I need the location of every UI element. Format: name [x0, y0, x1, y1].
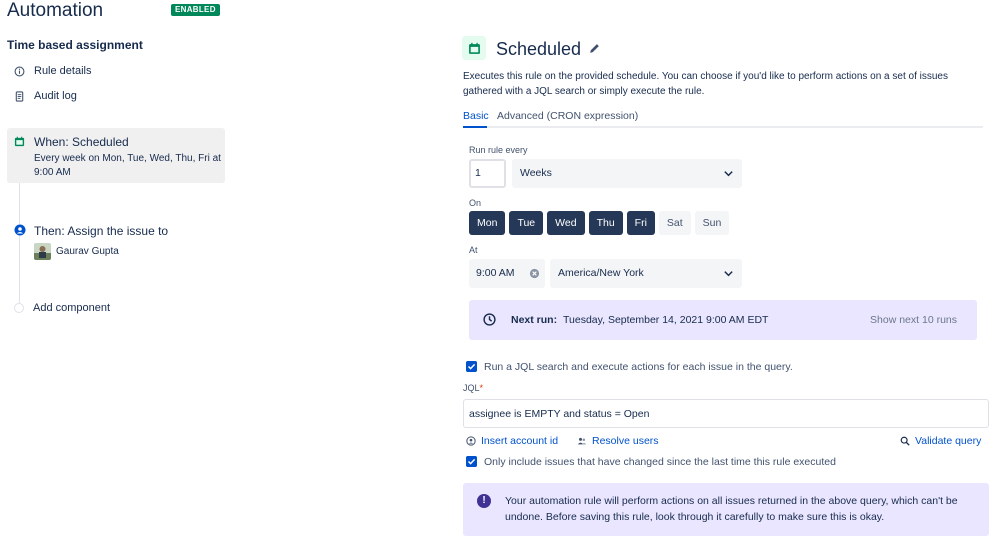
then-component-card[interactable]: Then: Assign the issue to Gaurav Gupta — [7, 222, 225, 262]
day-toggle-fri[interactable]: Fri — [626, 211, 655, 235]
when-title: When: Scheduled — [34, 135, 129, 149]
add-component-dot-icon — [14, 303, 24, 313]
timezone-value: America/New York — [558, 267, 644, 279]
on-label: On — [469, 198, 482, 208]
avatar — [34, 243, 51, 260]
info-icon — [14, 66, 25, 76]
insert-account-id-label: Insert account id — [481, 435, 559, 447]
show-next-runs-link[interactable]: Show next 10 runs — [870, 314, 957, 326]
day-toggle-sat[interactable]: Sat — [658, 211, 691, 235]
required-marker: * — [479, 383, 484, 393]
trigger-description: Executes this rule on the provided sched… — [463, 71, 948, 97]
then-title: Then: Assign the issue to — [34, 224, 169, 238]
tab-basic[interactable]: Basic — [463, 110, 489, 122]
rule-details-label: Rule details — [34, 65, 92, 77]
active-tab-indicator — [463, 126, 487, 128]
add-component-button[interactable]: Add component — [14, 302, 110, 314]
assignee-name: Gaurav Gupta — [56, 246, 119, 257]
trigger-title: Scheduled — [496, 39, 582, 59]
clock-icon — [483, 313, 496, 326]
only-changed-label: Only include issues that have changed si… — [484, 456, 836, 468]
trigger-icon — [462, 36, 486, 60]
run-every-label: Run rule every — [469, 145, 528, 155]
exclamation-icon: ! — [477, 494, 491, 508]
user-icon — [466, 436, 476, 446]
warning-panel: ! Your automation rule will perform acti… — [463, 483, 989, 536]
status-badge: ENABLED — [171, 4, 220, 16]
users-icon — [577, 437, 587, 445]
timezone-select[interactable]: America/New York — [550, 259, 742, 288]
resolve-users-label: Resolve users — [592, 435, 659, 447]
day-toggle-wed[interactable]: Wed — [547, 211, 585, 235]
run-jql-label: Run a JQL search and execute actions for… — [484, 361, 793, 373]
when-description: Every week on Mon, Tue, Wed, Thu, Fri at… — [34, 153, 221, 178]
insert-account-id-link[interactable]: Insert account id — [466, 435, 558, 447]
jql-label-text: JQL — [463, 383, 480, 393]
jql-input[interactable]: assignee is EMPTY and status = Open — [463, 399, 989, 428]
assignee: Gaurav Gupta — [34, 243, 119, 260]
validate-query-label: Validate query — [915, 435, 982, 447]
interval-unit-select[interactable]: Weeks — [512, 159, 742, 188]
day-toggle-sun[interactable]: Sun — [694, 211, 730, 235]
when-component-card[interactable]: When: Scheduled Every week on Mon, Tue, … — [7, 128, 225, 183]
tab-advanced-cron[interactable]: Advanced (CRON expression) — [497, 110, 638, 122]
add-component-label: Add component — [33, 302, 111, 314]
rule-details-link[interactable]: Rule details — [14, 65, 91, 77]
day-selector: Mon Tue Wed Thu Fri Sat Sun — [469, 211, 730, 235]
next-run-panel: Next run: Tuesday, September 14, 2021 9:… — [469, 300, 977, 340]
validate-query-link[interactable]: Validate query — [900, 435, 981, 447]
chevron-down-icon — [724, 271, 733, 277]
clear-icon[interactable] — [529, 268, 540, 279]
app-title: Automation — [7, 0, 104, 21]
assign-user-icon — [14, 224, 26, 236]
chevron-down-icon — [724, 171, 733, 177]
audit-log-label: Audit log — [34, 90, 77, 102]
interval-input[interactable]: 1 — [469, 159, 506, 188]
resolve-users-link[interactable]: Resolve users — [577, 435, 659, 447]
interval-unit-value: Weeks — [520, 167, 552, 179]
day-toggle-thu[interactable]: Thu — [588, 211, 623, 235]
only-changed-checkbox[interactable] — [466, 456, 477, 467]
audit-log-link[interactable]: Audit log — [14, 90, 77, 102]
day-toggle-mon[interactable]: Mon — [469, 211, 506, 235]
run-jql-checkbox[interactable] — [466, 361, 477, 372]
at-label: At — [469, 245, 478, 255]
calendar-icon — [468, 42, 480, 54]
document-icon — [15, 90, 24, 102]
next-run-value: Tuesday, September 14, 2021 9:00 AM EDT — [563, 314, 769, 326]
pencil-icon[interactable] — [588, 42, 601, 55]
search-icon — [900, 436, 910, 446]
calendar-icon — [14, 136, 25, 147]
day-toggle-tue[interactable]: Tue — [509, 211, 544, 235]
tab-bar: Basic Advanced (CRON expression) — [463, 110, 983, 128]
next-run-label: Next run: — [511, 314, 558, 326]
jql-field-label: JQL* — [463, 383, 483, 393]
rule-name: Time based assignment — [7, 38, 143, 52]
warning-text: Your automation rule will perform action… — [505, 495, 958, 523]
